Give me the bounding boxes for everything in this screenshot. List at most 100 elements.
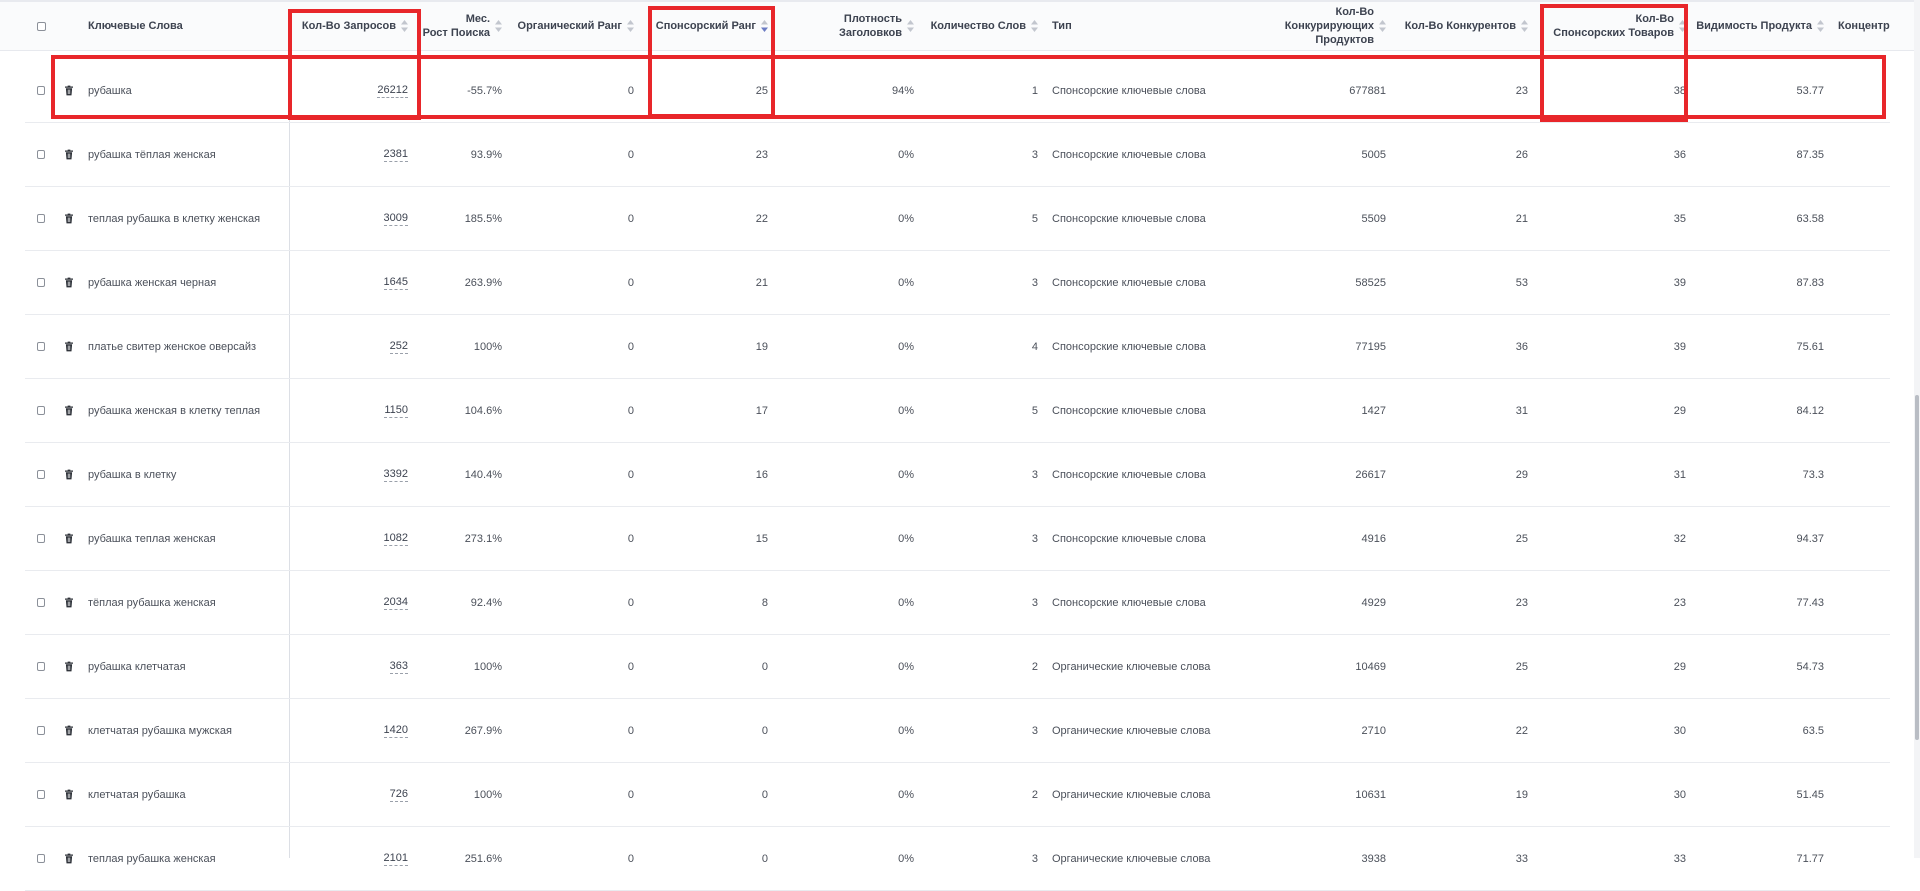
queries-link[interactable]: 26212	[377, 84, 408, 98]
row-checkbox[interactable]	[37, 662, 45, 671]
row-checkbox[interactable]	[37, 342, 45, 351]
row-checkbox[interactable]	[37, 214, 45, 223]
cell-queries[interactable]: 3392	[290, 443, 412, 506]
queries-link[interactable]: 3392	[383, 468, 408, 482]
row-checkbox[interactable]	[37, 150, 45, 159]
cell-queries[interactable]: 1082	[290, 507, 412, 570]
column-header-queries[interactable]: Кол-Во Запросов	[290, 2, 412, 50]
column-header-concentration[interactable]: Концентр	[1834, 2, 1920, 50]
row-delete-button[interactable]	[61, 59, 77, 122]
table-row[interactable]: теплая рубашка в клетку женская 3009 185.5…	[25, 187, 1890, 251]
column-header-type[interactable]: Тип	[1048, 2, 1218, 50]
cell-queries[interactable]: 2034	[290, 571, 412, 634]
table-row[interactable]: платье свитер женское оверсайз 252 100% 0 19…	[25, 315, 1890, 379]
row-checkbox[interactable]	[37, 470, 45, 479]
trash-icon[interactable]	[65, 789, 73, 800]
column-header-competitors[interactable]: Кол-Во Конкурентов	[1392, 2, 1532, 50]
table-row[interactable]: рубашка женская черная 1645 263.9% 0 21 0% 3 Сп…	[25, 251, 1890, 315]
row-checkbox[interactable]	[37, 854, 45, 863]
column-header-organic-rank[interactable]: Органический Ранг	[508, 2, 638, 50]
row-select-cell[interactable]	[33, 699, 49, 762]
row-select-cell[interactable]	[33, 187, 49, 250]
row-select-cell[interactable]	[33, 59, 49, 122]
row-delete-button[interactable]	[61, 315, 77, 378]
trash-icon[interactable]	[65, 853, 73, 864]
queries-link[interactable]: 2034	[383, 596, 408, 610]
row-checkbox[interactable]	[37, 726, 45, 735]
cell-queries[interactable]: 3009	[290, 187, 412, 250]
table-row[interactable]: клетчатая рубашка 726 100% 0 0 0% 2 Органически…	[25, 763, 1890, 827]
row-delete-button[interactable]	[61, 251, 77, 314]
trash-icon[interactable]	[65, 661, 73, 672]
row-checkbox[interactable]	[37, 406, 45, 415]
row-select-cell[interactable]	[33, 379, 49, 442]
table-row[interactable]: рубашка тёплая женская 2381 93.9% 0 23 0% 3 Спо…	[25, 123, 1890, 187]
sort-arrows-icon[interactable]	[627, 20, 634, 32]
column-header-competing-products[interactable]: Кол-Во Конкурирующих Продуктов	[1220, 2, 1390, 50]
sort-arrows-icon[interactable]	[1817, 20, 1824, 32]
sort-arrows-icon[interactable]	[495, 20, 502, 32]
row-checkbox[interactable]	[37, 86, 45, 95]
queries-link[interactable]: 1150	[384, 404, 408, 418]
row-checkbox[interactable]	[37, 278, 45, 287]
table-row[interactable]: рубашка женская в клетку теплая 1150 104.6…	[25, 379, 1890, 443]
queries-link[interactable]: 252	[389, 340, 408, 354]
row-delete-button[interactable]	[61, 507, 77, 570]
column-header-visibility[interactable]: Видимость Продукта	[1692, 2, 1828, 50]
sort-arrows-icon[interactable]	[761, 20, 768, 32]
queries-link[interactable]: 1645	[383, 276, 408, 290]
row-delete-button[interactable]	[61, 443, 77, 506]
column-header-title-density[interactable]: Плотность Заголовков	[774, 2, 918, 50]
sort-arrows-icon[interactable]	[907, 20, 914, 32]
row-checkbox[interactable]	[37, 598, 45, 607]
trash-icon[interactable]	[65, 597, 73, 608]
row-delete-button[interactable]	[61, 699, 77, 762]
trash-icon[interactable]	[65, 213, 73, 224]
trash-icon[interactable]	[65, 341, 73, 352]
sort-arrows-icon[interactable]	[1679, 20, 1686, 32]
sort-arrows-icon[interactable]	[1031, 20, 1038, 32]
cell-queries[interactable]: 1645	[290, 251, 412, 314]
row-checkbox[interactable]	[37, 790, 45, 799]
row-delete-button[interactable]	[61, 827, 77, 890]
row-delete-button[interactable]	[61, 123, 77, 186]
trash-icon[interactable]	[65, 277, 73, 288]
trash-icon[interactable]	[65, 149, 73, 160]
column-header-growth[interactable]: Мес. Рост Поиска	[414, 2, 506, 50]
table-row[interactable]: клетчатая рубашка мужская 1420 267.9% 0 0 0% 3…	[25, 699, 1890, 763]
cell-queries[interactable]: 252	[290, 315, 412, 378]
row-checkbox[interactable]	[37, 534, 45, 543]
row-select-cell[interactable]	[33, 315, 49, 378]
column-header-sponsored-items[interactable]: Кол-Во Спонсорских Товаров	[1534, 2, 1690, 50]
row-select-cell[interactable]	[33, 827, 49, 890]
row-select-cell[interactable]	[33, 571, 49, 634]
trash-icon[interactable]	[65, 533, 73, 544]
row-select-cell[interactable]	[33, 251, 49, 314]
cell-queries[interactable]: 726	[290, 763, 412, 826]
row-delete-button[interactable]	[61, 763, 77, 826]
cell-queries[interactable]: 1150	[290, 379, 412, 442]
row-delete-button[interactable]	[61, 379, 77, 442]
select-all-checkbox[interactable]	[37, 21, 46, 31]
row-select-cell[interactable]	[33, 123, 49, 186]
column-header-word-count[interactable]: Количество Слов	[920, 2, 1042, 50]
row-delete-button[interactable]	[61, 571, 77, 634]
table-row[interactable]: рубашка теплая женская 1082 273.1% 0 15 0% 3 Сп…	[25, 507, 1890, 571]
trash-icon[interactable]	[65, 405, 73, 416]
table-row[interactable]: рубашка клетчатая 363 100% 0 0 0% 2 Органически…	[25, 635, 1890, 699]
queries-link[interactable]: 2101	[383, 852, 408, 866]
scrollbar-thumb[interactable]	[1915, 395, 1919, 740]
queries-link[interactable]: 2381	[383, 148, 408, 162]
sort-arrows-icon[interactable]	[401, 20, 408, 32]
cell-queries[interactable]: 363	[290, 635, 412, 698]
row-select-cell[interactable]	[33, 507, 49, 570]
sort-arrows-icon[interactable]	[1521, 20, 1528, 32]
trash-icon[interactable]	[65, 725, 73, 736]
row-select-cell[interactable]	[33, 635, 49, 698]
trash-icon[interactable]	[65, 85, 73, 96]
queries-link[interactable]: 363	[389, 660, 408, 674]
table-row[interactable]: тёплая рубашка женская 2034 92.4% 0 8 0% 3 Спон…	[25, 571, 1890, 635]
queries-link[interactable]: 726	[389, 788, 408, 802]
row-delete-button[interactable]	[61, 187, 77, 250]
cell-queries[interactable]: 1420	[290, 699, 412, 762]
